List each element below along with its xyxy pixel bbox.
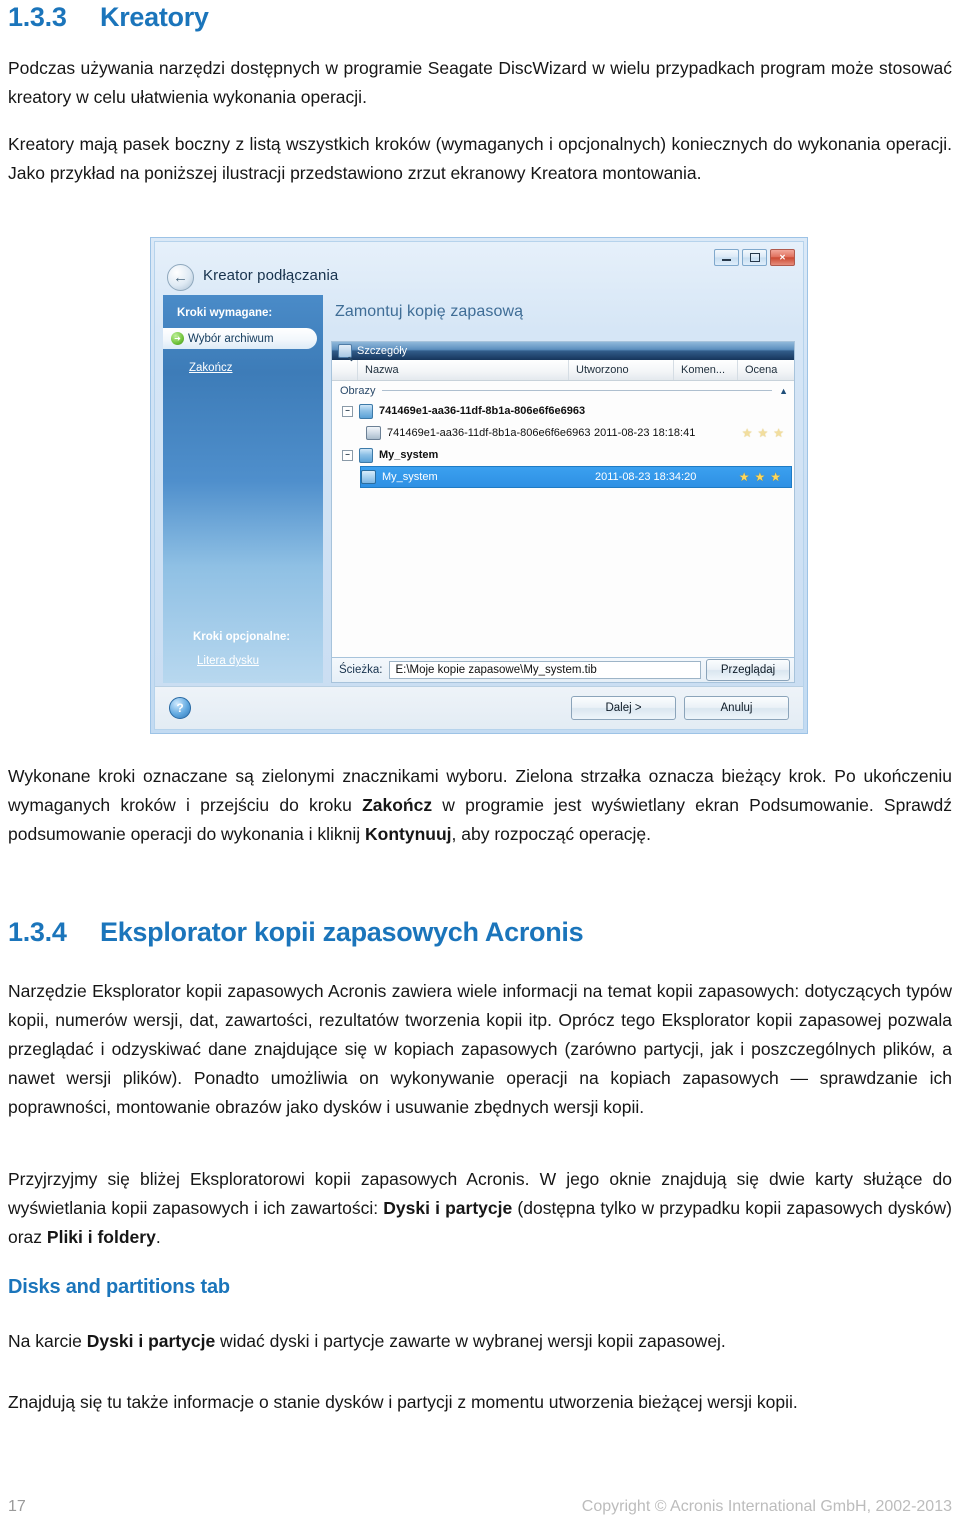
bold-pliki-foldery: Pliki i foldery [46, 1227, 156, 1247]
text-part: widać dyski i partycje zawarte w wybrane… [215, 1331, 726, 1351]
star-icon: ★ [770, 470, 781, 484]
star-icon: ★ [754, 470, 766, 484]
paragraph-explorer-1: Narzędzie Eksplorator kopii zapasowych A… [8, 981, 952, 1117]
wizard-content: Zamontuj kopię zapasową Szczegóły Nazwa … [331, 295, 795, 683]
column-header-ocena[interactable]: Ocena [738, 360, 794, 380]
paragraph-after-screenshot: Wykonane kroki oznaczane są zielonymi zn… [8, 762, 952, 849]
bold-dyski-partycje-2: Dyski i partycje [86, 1331, 216, 1351]
row-name: 741469e1-aa36-11df-8b1a-806e6f6e6963 [387, 427, 591, 439]
sidebar-step-zakoncz[interactable]: Zakończ [163, 357, 323, 378]
close-icon[interactable]: ✕ [770, 249, 795, 266]
table-row[interactable]: − 741469e1-aa36-11df-8b1a-806e6f6e6963 [332, 400, 794, 422]
table-row[interactable]: 741469e1-aa36-11df-8b1a-806e6f6e6963 201… [332, 422, 794, 444]
row-name: 741469e1-aa36-11df-8b1a-806e6f6e6963 [379, 405, 586, 417]
twisty-icon[interactable]: − [342, 405, 353, 417]
column-header-komentarz[interactable]: Komen... [674, 360, 738, 380]
paragraph-explorer-2: Przyjrzyjmy się bliżej Eksploratorowi ko… [8, 1165, 952, 1252]
version-icon [361, 470, 376, 484]
paragraph-intro-1: Podczas używania narzędzi dostępnych w p… [8, 58, 952, 107]
sidebar-step-wybor-archiwum[interactable]: ➜ Wybór archiwum [163, 328, 317, 349]
details-panel-caption: Szczegóły [332, 342, 794, 360]
text-part: , aby rozpocząć operację. [451, 824, 651, 844]
wizard-title: Kreator podłączania [203, 267, 339, 284]
section2-number: 1.3.4 [8, 917, 67, 947]
subsection-title: Disks and partitions tab [8, 1276, 230, 1298]
bold-dyski-partycje: Dyski i partycje [383, 1198, 513, 1218]
cancel-button-label: Anuluj [720, 702, 753, 714]
next-button[interactable]: Dalej > [571, 696, 676, 720]
cancel-button[interactable]: Anuluj [684, 696, 789, 720]
path-input[interactable]: E:\Moje kopie zapasowe\My_system.tib [389, 661, 701, 679]
twisty-icon[interactable]: − [342, 449, 353, 461]
row-created: 2011-08-23 18:18:41 [594, 427, 696, 439]
star-icon: ★ [741, 426, 753, 440]
page-title: 1.3.3 Kreatory [8, 2, 948, 33]
sidebar-step-label: Wybór archiwum [188, 332, 274, 345]
paragraph-sub-1: Na karcie Dyski i partycje widać dyski i… [8, 1327, 952, 1356]
help-icon[interactable]: ? [169, 697, 191, 719]
details-caption-label: Szczegóły [357, 345, 408, 357]
section-number: 1.3.3 [8, 2, 67, 32]
disk-icon [359, 447, 373, 463]
wizard-sidebar: Kroki wymagane: ➜ Wybór archiwum Zakończ… [163, 295, 323, 683]
sidebar-step-label: Zakończ [189, 361, 233, 374]
rating-stars[interactable]: ★ ★ ★ [739, 471, 781, 483]
star-icon: ★ [738, 470, 750, 484]
section2-title: Eksplorator kopii zapasowych Acronis [100, 917, 584, 947]
next-button-label: Dalej > [605, 702, 642, 714]
document-page: 1.3.3 Kreatory Podczas używania narzędzi … [0, 0, 960, 1524]
magnifier-icon [338, 344, 352, 358]
group-row-obrazy[interactable]: Obrazy ▲ [332, 381, 794, 400]
maximize-icon[interactable] [742, 249, 767, 266]
row-name: My_system [379, 449, 439, 461]
version-icon [366, 426, 381, 440]
bold-zakoncz: Zakończ [362, 795, 433, 815]
green-arrow-icon: ➜ [171, 332, 184, 345]
window-controls: ✕ [714, 249, 795, 266]
row-created: 2011-08-23 18:34:20 [595, 471, 697, 483]
details-panel: Szczegóły Nazwa Utworzono Komen... Ocena… [331, 341, 795, 683]
browse-button[interactable]: Przeglądaj [706, 659, 790, 681]
group-label: Obrazy [340, 384, 376, 397]
star-icon: ★ [773, 426, 784, 440]
star-icon: ★ [757, 426, 769, 440]
chevron-up-icon[interactable]: ▲ [779, 386, 788, 396]
column-header-nazwa[interactable]: Nazwa [358, 360, 569, 380]
column-headers: Nazwa Utworzono Komen... Ocena [332, 360, 794, 381]
sidebar-optional-header: Kroki opcjonalne: [193, 631, 291, 643]
sidebar-step-litera-dysku[interactable]: Litera dysku [163, 655, 323, 667]
path-bar: Ścieżka: E:\Moje kopie zapasowe\My_syste… [331, 657, 795, 683]
page-footer: 17 Copyright © Acronis International Gmb… [0, 1464, 960, 1524]
bold-kontynuuj: Kontynuuj [365, 824, 452, 844]
wizard-window: ✕ ← Kreator podłączania Kroki wymagane: … [154, 241, 804, 730]
page-title-2: 1.3.4 Eksplorator kopii zapasowych Acroni… [8, 917, 948, 948]
wizard-page-heading: Zamontuj kopię zapasową [335, 303, 524, 320]
page-number: 17 [8, 1498, 26, 1515]
wizard-screenshot: ✕ ← Kreator podłączania Kroki wymagane: … [150, 237, 808, 734]
rating-stars[interactable]: ★ ★ ★ [742, 427, 784, 439]
sidebar-required-header: Kroki wymagane: [177, 307, 273, 319]
wizard-footer: ? Dalej > Anuluj [155, 686, 803, 729]
path-label: Ścieżka: [339, 664, 383, 676]
text-part: . [155, 1227, 161, 1247]
disk-icon [359, 403, 373, 419]
column-header-utworzono[interactable]: Utworzono [569, 360, 674, 380]
group-divider [382, 390, 773, 391]
copyright-notice: Copyright © Acronis International GmbH, … [581, 1498, 952, 1515]
table-row[interactable]: − My_system [332, 444, 794, 466]
column-header-blank[interactable] [332, 360, 358, 380]
paragraph-intro-2: Kreatory mają pasek boczny z listą wszys… [8, 134, 952, 183]
paragraph-sub-2: Znajdują się tu także informacje o stani… [8, 1392, 798, 1412]
minimize-icon[interactable] [714, 249, 739, 266]
section-title: Kreatory [100, 2, 209, 32]
back-arrow-icon[interactable]: ← [167, 264, 194, 291]
table-row-selected[interactable]: My_system 2011-08-23 18:34:20 ★ ★ ★ [360, 466, 792, 488]
row-name: My_system [382, 471, 438, 483]
text-part: Na karcie [8, 1331, 87, 1351]
